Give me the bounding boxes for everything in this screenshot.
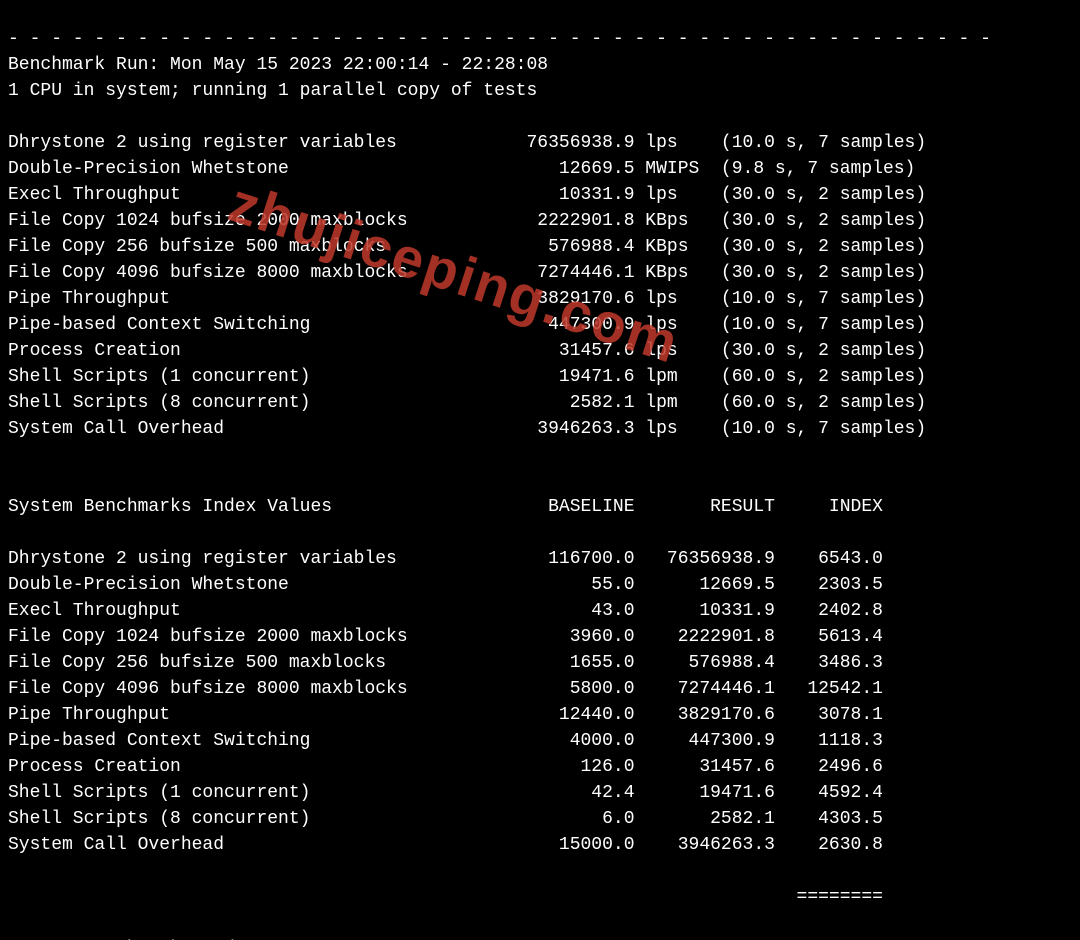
benchmark-results-block: Dhrystone 2 using register variables 763… (8, 130, 1072, 442)
benchmark-run-header: Benchmark Run: Mon May 15 2023 22:00:14 … (8, 55, 548, 75)
divider-dashes: - - - - - - - - - - - - - - - - - - - - … (8, 29, 991, 49)
index-header-row: System Benchmarks Index Values BASELINE … (8, 494, 1072, 520)
cpu-info-line: 1 CPU in system; running 1 parallel copy… (8, 81, 537, 101)
index-score-row: System Benchmarks Index Score 3547.4 (8, 936, 1072, 940)
terminal-output: - - - - - - - - - - - - - - - - - - - - … (0, 0, 1080, 940)
index-divider: ======== (8, 884, 1072, 910)
index-values-block: Dhrystone 2 using register variables 116… (8, 546, 1072, 858)
